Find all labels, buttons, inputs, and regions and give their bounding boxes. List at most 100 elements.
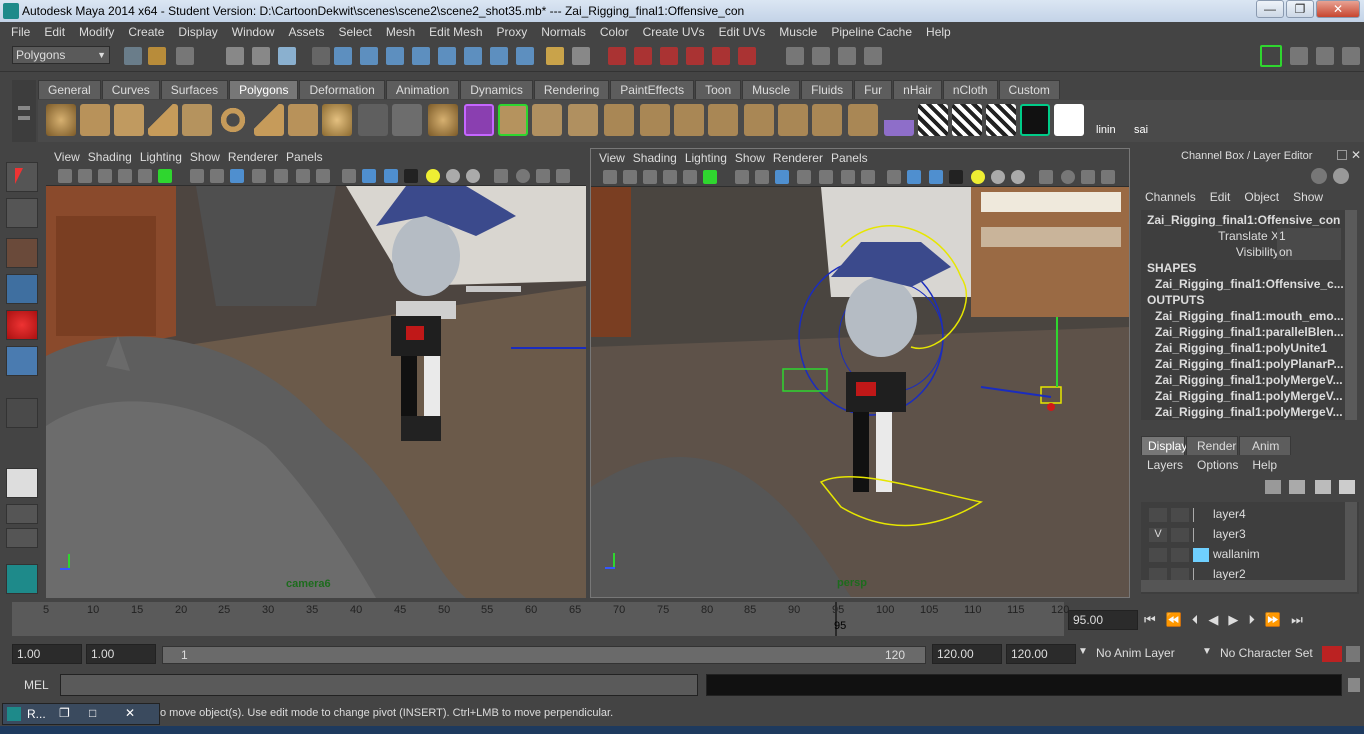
field-chart-icon[interactable]	[274, 169, 288, 183]
layer-menu-layers[interactable]: Layers	[1147, 458, 1183, 472]
output-item[interactable]: Zai_Rigging_final1:polyMergeV...	[1155, 404, 1355, 420]
select-by-rendering-icon[interactable]	[490, 47, 508, 65]
field-chart-icon[interactable]	[819, 170, 833, 184]
sculpt-icon[interactable]	[884, 104, 914, 136]
output-item[interactable]: Zai_Rigging_final1:polyUnite1	[1155, 340, 1355, 356]
smooth-shade-icon[interactable]	[907, 170, 921, 184]
shelf-tab-fluids[interactable]: Fluids	[801, 80, 854, 99]
close-button[interactable]: ✕	[1316, 0, 1360, 18]
layer-visibility-toggle[interactable]	[1149, 548, 1167, 562]
camera-attributes-icon[interactable]	[623, 170, 637, 184]
viewport-right[interactable]: View Shading Lighting Show Renderer Pane…	[590, 148, 1130, 598]
layer-row[interactable]: layer4	[1149, 506, 1339, 524]
channel-menu-object[interactable]: Object	[1244, 190, 1279, 204]
lock-selection-icon[interactable]	[312, 47, 330, 65]
move-tool-icon[interactable]	[6, 274, 38, 304]
object-name[interactable]: Zai_Rigging_final1:Offensive_con	[1147, 212, 1347, 228]
output-item[interactable]: Zai_Rigging_final1:mouth_emo...	[1155, 308, 1355, 324]
layer-visibility-toggle[interactable]	[1149, 508, 1167, 522]
command-language-label[interactable]: MEL	[24, 678, 49, 692]
minimized-window[interactable]: R... ❐ □ ✕	[2, 703, 160, 725]
open-scene-icon[interactable]	[148, 47, 166, 65]
attr-row[interactable]: Translate X 1	[1141, 228, 1341, 244]
vp-menu-show[interactable]: Show	[190, 150, 228, 164]
persp-outliner-layout-icon[interactable]	[6, 528, 38, 548]
shadows-icon[interactable]	[991, 170, 1005, 184]
layer-visibility-toggle[interactable]: V	[1149, 528, 1167, 542]
play-backwards-icon[interactable]: ◀	[1208, 612, 1218, 628]
smooth-icon[interactable]	[464, 104, 494, 136]
attribute-editor-toggle-icon[interactable]	[1333, 168, 1349, 184]
safe-title-icon[interactable]	[316, 169, 330, 183]
shelf-tab-deformation[interactable]: Deformation	[299, 80, 385, 99]
xray-components-icon[interactable]	[556, 169, 570, 183]
select-by-surface-icon[interactable]	[412, 47, 430, 65]
film-gate-icon[interactable]	[755, 170, 769, 184]
maximize-button[interactable]: □	[89, 706, 96, 720]
current-frame-field[interactable]: 95.00	[1068, 610, 1138, 630]
select-by-curve-icon[interactable]	[386, 47, 404, 65]
wedge-face-icon[interactable]	[848, 104, 878, 136]
poly-cylinder-icon[interactable]	[114, 104, 144, 136]
step-back-key-icon[interactable]: ⏴	[1192, 612, 1199, 628]
go-to-end-icon[interactable]: ⏭	[1291, 612, 1303, 628]
shelf-tab-polygons[interactable]: Polygons	[229, 80, 299, 99]
menu-assets[interactable]: Assets	[281, 25, 331, 39]
tool-settings-icon[interactable]	[1316, 47, 1334, 65]
paint-select-tool-icon[interactable]	[6, 238, 38, 268]
wireframe-icon[interactable]	[887, 170, 901, 184]
menu-edit-uvs[interactable]: Edit UVs	[712, 25, 773, 39]
vp-menu-view[interactable]: View	[599, 151, 633, 165]
show-hide-channel-box-icon[interactable]	[1260, 45, 1282, 67]
menu-help[interactable]: Help	[919, 25, 958, 39]
poly-helix-icon[interactable]	[322, 104, 352, 136]
menu-edit-mesh[interactable]: Edit Mesh	[422, 25, 489, 39]
scale-tool-icon[interactable]	[6, 346, 38, 376]
menu-display[interactable]: Display	[171, 25, 224, 39]
wireframe-icon[interactable]	[342, 169, 356, 183]
viewport-right-scene[interactable]: persp	[591, 187, 1129, 597]
planar-map-icon[interactable]	[918, 104, 948, 136]
cylindrical-map-icon[interactable]	[952, 104, 982, 136]
poly-torus-icon[interactable]	[218, 104, 248, 136]
shelf-menu-grip[interactable]	[12, 80, 36, 142]
menu-window[interactable]: Window	[225, 25, 282, 39]
shelf-tab-custom[interactable]: Custom	[998, 80, 1060, 99]
maximize-button[interactable]: ❐	[1286, 0, 1314, 18]
start-time-field[interactable]: 1.00	[12, 644, 82, 664]
shelf-tab-general[interactable]: General	[38, 80, 101, 99]
character-set-selector[interactable]: No Character Set	[1220, 646, 1320, 660]
select-tool-icon[interactable]	[6, 162, 38, 192]
textured-icon[interactable]	[949, 170, 963, 184]
grid-icon[interactable]	[735, 170, 749, 184]
poly-plane-icon[interactable]	[182, 104, 212, 136]
modeling-toolkit-icon[interactable]	[1342, 47, 1360, 65]
layer-color-swatch[interactable]	[1193, 508, 1209, 522]
use-all-lights-icon[interactable]	[971, 170, 985, 184]
menu-proxy[interactable]: Proxy	[490, 25, 535, 39]
tab-anim[interactable]: Anim	[1239, 436, 1291, 455]
animation-preferences-icon[interactable]	[1346, 646, 1360, 662]
xray-components-icon[interactable]	[1101, 170, 1115, 184]
shadows-icon[interactable]	[446, 169, 460, 183]
vp-menu-renderer[interactable]: Renderer	[773, 151, 831, 165]
magnet-icon[interactable]	[738, 47, 756, 65]
select-component-icon[interactable]	[278, 47, 296, 65]
layer-template-toggle[interactable]	[1171, 528, 1189, 542]
attr-value[interactable]: 1	[1277, 228, 1341, 244]
wireframe-on-shaded-icon[interactable]	[384, 169, 398, 183]
layer-color-swatch[interactable]	[1193, 528, 1209, 542]
channel-menu-show[interactable]: Show	[1293, 190, 1323, 204]
layer-menu-help[interactable]: Help	[1252, 458, 1277, 472]
snap-to-grid-icon[interactable]	[608, 47, 626, 65]
use-all-lights-icon[interactable]	[426, 169, 440, 183]
output-item[interactable]: Zai_Rigging_final1:parallelBlen...	[1155, 324, 1355, 340]
bookmark-icon[interactable]	[98, 169, 112, 183]
viewport-left-scene[interactable]: camera6	[46, 186, 586, 598]
layer-row[interactable]: V layer3	[1149, 526, 1339, 544]
menu-pipeline-cache[interactable]: Pipeline Cache	[824, 25, 919, 39]
image-plane-icon[interactable]	[663, 170, 677, 184]
anim-end-field[interactable]: 120.00	[932, 644, 1002, 664]
shelf-tab-fur[interactable]: Fur	[854, 80, 893, 99]
vp-menu-show[interactable]: Show	[735, 151, 773, 165]
